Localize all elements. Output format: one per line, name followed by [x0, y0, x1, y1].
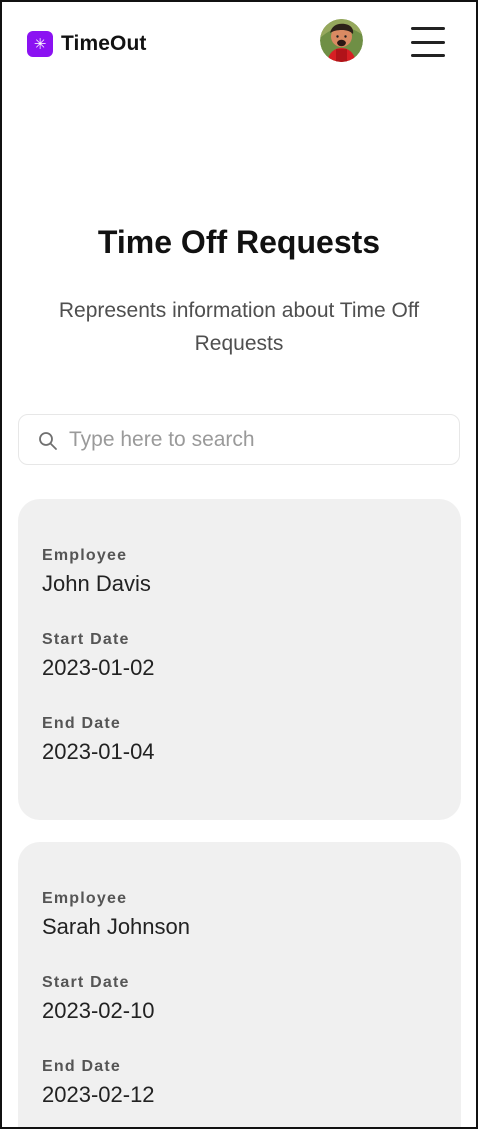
search-input[interactable]: [69, 424, 449, 456]
page-subtitle: Represents information about Time Off Re…: [58, 299, 420, 355]
hamburger-menu-icon: [411, 27, 445, 30]
logo-icon: ✳: [27, 31, 53, 57]
end-date-value: 2023-02-12: [42, 1082, 155, 1107]
request-card[interactable]: Employee John Davis Start Date 2023-01-0…: [18, 499, 461, 820]
brand[interactable]: ✳ TimeOut: [27, 31, 147, 57]
app-name: TimeOut: [61, 32, 147, 55]
top-bar: ✳ TimeOut: [2, 2, 476, 86]
hamburger-menu-icon: [411, 54, 445, 57]
menu-button[interactable]: [411, 27, 445, 57]
start-date-field: Start Date 2023-02-10: [42, 974, 422, 1024]
employee-field: Employee John Davis: [42, 547, 422, 597]
request-card[interactable]: Employee Sarah Johnson Start Date 2023-0…: [18, 842, 461, 1127]
hamburger-menu-icon: [411, 40, 445, 44]
app-window: ✳ TimeOut Time Off Requests Represents i…: [0, 0, 478, 1129]
employee-name: Sarah Johnson: [42, 914, 190, 939]
end-date-field: End Date 2023-02-12: [42, 1058, 422, 1108]
end-date-label: End Date: [42, 1058, 121, 1075]
page-title: Time Off Requests: [97, 224, 381, 260]
employee-label: Employee: [42, 547, 128, 564]
avatar[interactable]: [320, 19, 363, 62]
start-date-value: 2023-02-10: [42, 998, 155, 1023]
end-date-field: End Date 2023-01-04: [42, 715, 422, 765]
employee-field: Employee Sarah Johnson: [42, 890, 422, 940]
employee-name: John Davis: [42, 571, 151, 596]
start-date-label: Start Date: [42, 974, 130, 991]
start-date-label: Start Date: [42, 631, 130, 648]
search-icon: [39, 432, 57, 450]
employee-label: Employee: [42, 890, 128, 907]
search-box[interactable]: [18, 414, 460, 465]
end-date-label: End Date: [42, 715, 121, 732]
end-date-value: 2023-01-04: [42, 739, 155, 764]
start-date-field: Start Date 2023-01-02: [42, 631, 422, 681]
start-date-value: 2023-01-02: [42, 655, 155, 680]
